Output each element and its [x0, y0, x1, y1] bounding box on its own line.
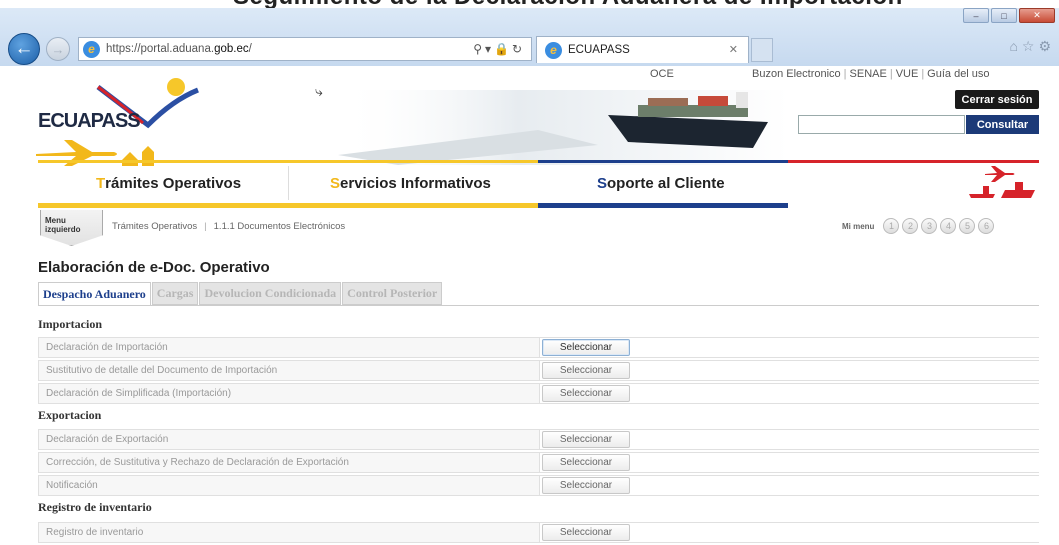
my-menu-slot[interactable]: 5: [959, 218, 976, 234]
page-title: Elaboración de e-Doc. Operativo: [38, 259, 270, 276]
tab-cargas[interactable]: Cargas: [151, 282, 199, 305]
content-tabs: Despacho Aduanero Cargas Devolucion Cond…: [38, 282, 443, 306]
close-icon[interactable]: ✕: [1019, 8, 1055, 23]
logo-text: ECUAPASS: [38, 110, 141, 132]
row-label: Declaración de Exportación: [46, 434, 169, 445]
table-row: Sustitutivo de detalle del Documento de …: [38, 360, 1039, 381]
section-title-registro-inventario: Registro de inventario: [38, 500, 152, 514]
browser-chrome: – □ ✕ ← → e https://portal.aduana.gob.ec…: [0, 8, 1059, 66]
my-menu-slot[interactable]: 6: [978, 218, 995, 234]
search-input[interactable]: [798, 115, 965, 134]
browser-tools[interactable]: ⌂☆⚙: [1009, 38, 1055, 55]
search-button[interactable]: Consultar: [966, 115, 1039, 134]
row-label: Registro de inventario: [46, 527, 144, 538]
tab-close-icon[interactable]: ✕: [729, 43, 738, 56]
table-row: Registro de inventario Seleccionar: [38, 522, 1039, 543]
nav-tramites-operativos[interactable]: Trámites Operativos: [96, 163, 241, 203]
slide-title: Seguimiento de la Declaración Aduanera d…: [233, 0, 903, 8]
url-text: https://portal.aduana.gob.ec/: [106, 43, 252, 55]
tab-despacho-aduanero[interactable]: Despacho Aduanero: [38, 282, 151, 306]
my-menu: Mi menu 1 2 3 4 5 6: [842, 218, 995, 234]
select-button[interactable]: Seleccionar: [542, 524, 630, 541]
row-label: Sustitutivo de detalle del Documento de …: [46, 365, 278, 376]
main-nav: Trámites Operativos Servicios Informativ…: [38, 160, 1039, 208]
nav-soporte-al-cliente[interactable]: Soporte al Cliente: [597, 163, 725, 203]
breadcrumb-item[interactable]: Trámites Operativos: [112, 221, 197, 232]
section-title-exportacion: Exportacion: [38, 408, 102, 422]
header-ship-image: [338, 90, 788, 165]
select-button[interactable]: Seleccionar: [542, 362, 630, 379]
forward-arrow-icon[interactable]: →: [46, 37, 70, 61]
breadcrumb-item[interactable]: 1.1.1 Documentos Electrónicos: [214, 221, 345, 232]
table-row: Declaración de Importación Seleccionar: [38, 337, 1039, 358]
table-row: Notificación Seleccionar: [38, 475, 1039, 496]
my-menu-slot[interactable]: 2: [902, 218, 919, 234]
minimize-icon[interactable]: –: [963, 8, 989, 23]
row-label: Notificación: [46, 480, 98, 491]
portal: ECUAPASS ⤷ OCE Buzon Electronico | SENAE | V…: [0, 66, 1059, 545]
my-menu-label: Mi menu: [842, 221, 875, 231]
tab-title: ECUAPASS: [568, 44, 630, 56]
table-row: Declaración de Exportación Seleccionar: [38, 429, 1039, 450]
link-senae[interactable]: SENAE: [850, 68, 887, 80]
new-tab-button[interactable]: [751, 38, 773, 62]
link-buzon[interactable]: Buzon Electronico: [752, 68, 841, 80]
my-menu-slot[interactable]: 4: [940, 218, 957, 234]
select-button[interactable]: Seleccionar: [542, 385, 630, 402]
table-row: Corrección, de Sustitutiva y Rechazo de …: [38, 452, 1039, 473]
select-button[interactable]: Seleccionar: [542, 477, 630, 494]
link-vue[interactable]: VUE: [896, 68, 919, 80]
tab-favicon-icon: e: [545, 41, 562, 59]
browser-tab[interactable]: e ECUAPASS ✕: [536, 36, 749, 63]
address-bar-icons[interactable]: ⚲▾🔒↻: [473, 42, 525, 56]
my-menu-slot[interactable]: 3: [921, 218, 938, 234]
tab-devolucion-condicionada[interactable]: Devolucion Condicionada: [199, 282, 342, 305]
maximize-icon[interactable]: □: [991, 8, 1017, 23]
select-button[interactable]: Seleccionar: [542, 454, 630, 471]
left-menu-tab[interactable]: Menu izquierdo: [40, 210, 103, 246]
plane-icon: ⤷: [315, 83, 323, 99]
my-menu-slot[interactable]: 1: [883, 218, 900, 234]
section-title-importacion: Importacion: [38, 317, 102, 331]
address-bar[interactable]: e https://portal.aduana.gob.ec/ ⚲▾🔒↻: [78, 37, 532, 61]
row-label: Corrección, de Sustitutiva y Rechazo de …: [46, 457, 349, 468]
select-button[interactable]: Seleccionar: [542, 431, 630, 448]
link-oce[interactable]: OCE: [650, 68, 674, 80]
select-button[interactable]: Seleccionar: [542, 339, 630, 356]
row-label: Declaración de Importación: [46, 342, 168, 353]
row-label: Declaración de Simplificada (Importación…: [46, 388, 232, 399]
back-arrow-icon[interactable]: ←: [8, 33, 40, 65]
tab-control-posterior[interactable]: Control Posterior: [342, 282, 443, 305]
breadcrumb: Trámites Operativos | 1.1.1 Documentos Ele…: [112, 221, 346, 232]
logout-button[interactable]: Cerrar sesión: [955, 90, 1039, 109]
table-row: Declaración de Simplificada (Importación…: [38, 383, 1039, 404]
site-favicon-icon: e: [83, 40, 100, 58]
nav-servicios-informativos[interactable]: Servicios Informativos: [330, 163, 491, 203]
link-guia[interactable]: Guía del uso: [927, 68, 989, 80]
slide-title-strip: Seguimiento de la Declaración Aduanera d…: [0, 0, 1059, 8]
red-ship-plane-icon: [969, 166, 1035, 198]
window-controls: – □ ✕: [963, 8, 1055, 23]
top-links: Buzon Electronico | SENAE | VUE | Guía del uso: [752, 68, 990, 80]
